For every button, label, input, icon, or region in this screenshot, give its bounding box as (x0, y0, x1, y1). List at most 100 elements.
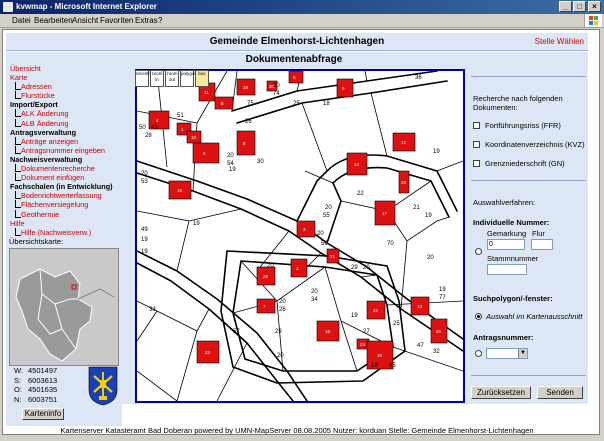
nav-item[interactable]: Flächenversiegelung (10, 200, 122, 209)
parcel-label: 53 (141, 179, 148, 185)
nav-item[interactable]: Übersicht (10, 64, 122, 73)
coord-key-w: W: (14, 366, 24, 375)
nav-item[interactable]: Dokument einfügen (10, 173, 122, 182)
parcel-label: 34 (311, 297, 318, 303)
parcel-label: 51 (177, 113, 184, 119)
gn-checkbox[interactable] (473, 160, 480, 167)
parcel-label: 49 (141, 227, 148, 233)
house-number: 15 (177, 188, 183, 193)
gemarkung-input[interactable]: 0 (487, 239, 525, 250)
parcel-label: 20 (279, 299, 286, 305)
house-number: 26 (436, 329, 442, 334)
house-number: 25 (263, 274, 269, 279)
parcel-label: 18 (323, 101, 330, 107)
send-button[interactable]: Senden (537, 386, 583, 399)
query-panel: Recherche nach folgenden Dokumenten: For… (465, 52, 588, 404)
polygon-tool[interactable]: polygon (180, 70, 197, 87)
zoom-in-tool[interactable]: zoom in (150, 70, 164, 87)
parcel-label: 25 (293, 101, 300, 107)
divider (471, 375, 586, 376)
map-canvas[interactable]: 4 1 11 6 18 8 10 5 30 8 9 12 20 14 17 3 21 15 22 13 24 19 16 25… (135, 69, 465, 403)
dropdown-arrow-icon[interactable]: ▼ (518, 349, 527, 358)
ffr-checkbox[interactable] (473, 122, 480, 129)
parcel-label: 50 (139, 125, 146, 131)
parcel-label: 20 (317, 231, 324, 237)
parcel-label: 32 (433, 349, 440, 355)
flur-input[interactable] (531, 239, 553, 250)
nav-item[interactable]: Bodenrichtwerterfassung (10, 191, 122, 200)
nav-item[interactable]: Antragsnummer eingeben (10, 145, 122, 155)
nav-item[interactable]: Anträge anzeigen (10, 136, 122, 146)
overview-map[interactable] (9, 248, 119, 366)
menu-ansicht[interactable]: Ansicht (72, 16, 98, 25)
nav-item[interactable]: Dokumentenrecherche (10, 164, 122, 173)
main-menu: Übersicht Karte Adressen Flurstücke Import/E… (10, 64, 122, 237)
parcel-label: 26 (279, 307, 286, 313)
parcel-label: 65 (389, 363, 396, 369)
menu-bearbeiten[interactable]: Bearbeiten (34, 16, 73, 25)
parcel-label: 19 (371, 363, 378, 369)
stelle-waehlen-link[interactable]: Stelle Wählen (535, 37, 584, 46)
house-number: 14 (354, 162, 360, 167)
parcel-label: 19 (193, 221, 200, 227)
nav-item[interactable]: Hilfe (Nachweisverw.) (10, 227, 122, 237)
parcel-label: 56 (321, 241, 328, 247)
menu-favoriten[interactable]: Favoriten (100, 16, 133, 25)
recherche-intro: Recherche nach folgenden Dokumenten: (473, 94, 563, 112)
nav-item[interactable]: Flurstücke (10, 91, 122, 100)
menu-datei[interactable]: Datei (12, 16, 31, 25)
parcel-label: 77 (439, 295, 446, 301)
coordinates: W: 4501497 S: 6003613 O: 4501635 N: 6003751 (14, 366, 57, 404)
ie-icon (3, 2, 13, 12)
nav-item: Import/Export (10, 100, 58, 110)
building (288, 71, 304, 84)
box-tool[interactable]: box (195, 70, 209, 87)
reset-button[interactable]: Zurücksetzen (471, 386, 531, 399)
house-number: 19 (377, 353, 383, 358)
stammnummer-input[interactable] (487, 264, 527, 275)
parcel-label: 19 (141, 237, 148, 243)
individuelle-radio[interactable] (475, 248, 482, 255)
nav-item[interactable]: ALB Änderung (10, 118, 122, 128)
nav-item: Nachweisverwaltung (10, 154, 83, 164)
karteninfo-button[interactable]: Karteninfo (22, 408, 64, 420)
maximize-button[interactable]: □ (573, 1, 586, 12)
window-titlebar: kvwmap - Microsoft Internet Explorer _ □… (0, 0, 604, 14)
coord-o: 4501635 (28, 385, 58, 394)
kvz-checkbox[interactable] (473, 141, 480, 148)
nav-item[interactable]: Adressen (10, 82, 122, 91)
parcel-label: 33 (149, 307, 156, 313)
house-number: 11 (204, 90, 209, 95)
close-button[interactable]: × (588, 1, 601, 12)
nav-item[interactable]: Hilfe (10, 219, 122, 228)
auswahlverfahren-label: Auswahlverfahren: (473, 198, 536, 207)
nav-item[interactable]: Geothermie (10, 209, 122, 219)
house-number: 21 (330, 254, 336, 259)
nav-item: Fachschalen (in Entwicklung) (10, 182, 113, 192)
house-number: 18 (243, 85, 249, 90)
menu-help[interactable]: ? (158, 16, 162, 25)
parcel-label: 19 (351, 313, 358, 319)
zoom-out-tool[interactable]: zoom out (165, 70, 179, 87)
auswahl-radio[interactable] (475, 313, 482, 320)
nav-item[interactable]: ALK Änderung (10, 109, 122, 118)
parcel-label: 27 (363, 329, 370, 335)
building (336, 78, 354, 98)
parcel-label: 57 (233, 329, 240, 335)
antragsnummer-select[interactable]: ▼ (486, 348, 528, 359)
antragsnummer-radio[interactable] (475, 350, 482, 357)
divider (471, 76, 586, 77)
coord-key-n: N: (14, 394, 22, 404)
parcel-label: 21 (413, 205, 420, 211)
kvz-label: Koordinatenverzeichnis (KVZ) (485, 140, 585, 149)
menu-extras[interactable]: Extras (135, 16, 158, 25)
parcel-label: 20 (325, 205, 332, 211)
overview-label: Übersichtskarte: (9, 237, 64, 246)
recenter-tool[interactable]: recentr (135, 70, 150, 87)
nav-item[interactable]: Karte (10, 73, 122, 82)
nav-item: Antragsverwaltung (10, 127, 77, 137)
parcel-label: 19 (141, 249, 148, 255)
coord-n: 6003751 (28, 394, 58, 404)
building (296, 220, 316, 238)
minimize-button[interactable]: _ (559, 1, 572, 12)
